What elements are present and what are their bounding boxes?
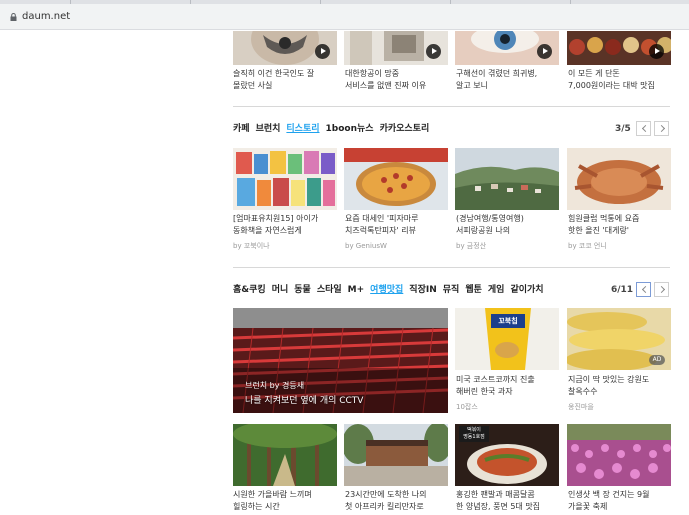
article-thumb-snack[interactable]: 꼬북칩 <box>455 308 559 370</box>
tab-cafe[interactable]: 카페 <box>233 124 250 134</box>
page-indicator: 3/5 <box>615 124 631 134</box>
tab-home-cooking[interactable]: 홈&쿠킹 <box>233 285 266 295</box>
play-icon <box>537 44 552 59</box>
news-caption[interactable]: 슬직히 이건 한국인도 잘 몰랐던 사실 <box>233 68 337 92</box>
article-caption[interactable]: 홍깅한 팬발과 매콤달콤 한 양념장, 풍면 5대 맛집 <box>456 489 560 513</box>
article-source: by GeniusW <box>345 242 387 250</box>
tab-together[interactable]: 같이가치 <box>510 285 543 295</box>
article-caption[interactable]: 힘원클럽 먹통에 요즘 핫한 올진 '대게랑' <box>568 213 672 237</box>
next-page-button[interactable] <box>654 282 669 297</box>
article-caption[interactable]: 인생샷 백 장 건지는 9월 가을꽃 축제 <box>568 489 672 513</box>
news-thumb-tattoo[interactable] <box>233 31 337 65</box>
article-thumb-pizza[interactable] <box>344 148 448 210</box>
restaurant-sign-text: 떡볶이 명동1호점 <box>463 427 485 440</box>
article-thumb-books[interactable] <box>233 148 337 210</box>
article-thumb-flowers[interactable] <box>567 424 671 486</box>
article-caption[interactable]: (경남여행/통영여행) 서피랑공원 나의 <box>456 213 560 237</box>
article-source: 옹진마을 <box>568 403 594 411</box>
article-caption[interactable]: 23시간만에 도착한 나의 첫 아프리카 킬리만자로 <box>345 489 449 513</box>
tab-1boon[interactable]: 1boon뉴스 <box>326 124 374 134</box>
article-source: by 금정산 <box>456 242 487 250</box>
article-caption[interactable]: 미국 코스트코까지 진출 해버린 한국 과자 <box>456 374 560 398</box>
page-content: 슬직히 이건 한국인도 잘 몰랐던 사실 대한항공이 망중 서비스를 없앤 진짜 이… <box>0 31 689 515</box>
snack-package-text: 꼬북칩 <box>498 317 518 325</box>
news-thumb-food[interactable] <box>567 31 671 65</box>
tab-webtoon[interactable]: 웹툰 <box>465 285 482 295</box>
article-source: by 꼬북이나 <box>233 242 270 250</box>
address-bar[interactable]: daum.net <box>0 4 689 30</box>
feature-thumb-carts[interactable]: 브런치 by 경등새 나를 지켜보던 옆에 개의 CCTV <box>233 308 448 413</box>
category-tabs: 홈&쿠킹 머니 동물 스타일 M+ 여행맛집 직장IN 뮤직 웹툰 게임 같이가치 <box>233 284 550 296</box>
tab-travel-food[interactable]: 여행맛집 <box>370 285 403 295</box>
section-tabs: 카페 브런치 티스토리 1boon뉴스 카카오스토리 <box>233 123 435 135</box>
article-caption[interactable]: 지금이 딱 맛있는 강원도 찰옥수수 <box>568 374 672 398</box>
feature-title[interactable]: 나를 지켜보던 옆에 개의 CCTV <box>245 393 363 406</box>
play-icon <box>649 44 664 59</box>
article-source: 10잡스 <box>456 403 478 411</box>
news-caption[interactable]: 이 모든 게 단돈 7,000원이라는 대박 맛집 <box>568 68 672 92</box>
lock-icon <box>10 13 17 21</box>
section-divider <box>233 106 670 107</box>
play-icon <box>315 44 330 59</box>
ad-badge: AD <box>649 355 665 365</box>
tab-tistory[interactable]: 티스토리 <box>286 124 319 134</box>
tab-animal[interactable]: 동물 <box>294 285 311 295</box>
tab-music[interactable]: 뮤직 <box>443 285 460 295</box>
article-thumb-corn[interactable]: AD <box>567 308 671 370</box>
tab-money[interactable]: 머니 <box>272 285 289 295</box>
tab-brunch[interactable]: 브런치 <box>256 124 281 134</box>
tab-work[interactable]: 직장IN <box>409 285 436 295</box>
article-thumb-forest[interactable] <box>233 424 337 486</box>
news-thumb-airplane[interactable] <box>344 31 448 65</box>
article-caption[interactable]: [엄마표유치원15] 아이가 동화책을 자연스럽게 <box>233 213 337 237</box>
play-icon <box>426 44 441 59</box>
article-caption[interactable]: 요즘 대세인 '피자마루 치즈럭톡탄피자' 리뷰 <box>345 213 449 237</box>
tab-game[interactable]: 게임 <box>488 285 505 295</box>
article-thumb-noodles[interactable]: 떡볶이 명동1호점 <box>455 424 559 486</box>
article-thumb-village[interactable] <box>455 148 559 210</box>
article-thumb-crab[interactable] <box>567 148 671 210</box>
section-divider <box>233 267 670 268</box>
url-text[interactable]: daum.net <box>22 10 70 24</box>
news-caption[interactable]: 대한항공이 망중 서비스를 없앤 진짜 이유 <box>345 68 449 92</box>
tab-style[interactable]: 스타일 <box>317 285 342 295</box>
tab-mplus[interactable]: M+ <box>348 285 365 295</box>
news-thumb-eye[interactable] <box>455 31 559 65</box>
article-source: by 코코 언니 <box>568 242 607 250</box>
prev-page-button[interactable] <box>636 121 651 136</box>
news-caption[interactable]: 구해선이 겪렸던 희귀병, 알고 보니 <box>456 68 560 92</box>
tab-kakaostory[interactable]: 카카오스토리 <box>380 124 430 134</box>
feature-label: 브런치 by 경등새 <box>245 381 305 390</box>
article-thumb-building[interactable] <box>344 424 448 486</box>
article-caption[interactable]: 시원한 가을바람 느끼며 힐링하는 시간 <box>233 489 337 513</box>
page-indicator: 6/11 <box>611 285 634 295</box>
prev-page-button[interactable] <box>636 282 651 297</box>
next-page-button[interactable] <box>654 121 669 136</box>
